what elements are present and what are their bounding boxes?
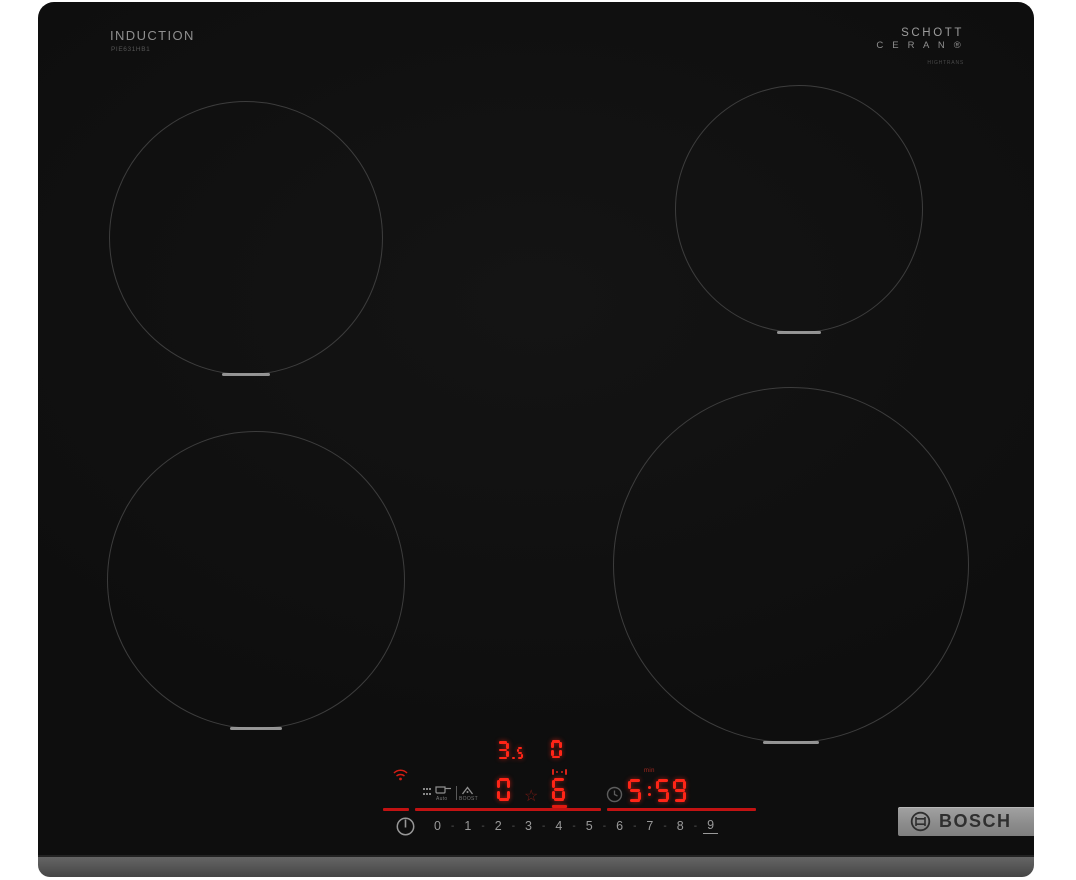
display-back-left[interactable] xyxy=(498,741,527,759)
pan-icon[interactable] xyxy=(435,785,452,794)
bosch-logo-bar: BOSCH xyxy=(898,807,1034,836)
timer-unit-label: min xyxy=(644,768,655,774)
zone-front-marker xyxy=(763,741,819,745)
indicator-line-center xyxy=(415,808,601,811)
power-slider-levels[interactable]: 0-1-2-3-4-5-6-7-8-9 xyxy=(424,818,724,834)
glass-type-code: HIGHTRANS xyxy=(876,60,964,66)
indicator-line-left xyxy=(383,808,409,811)
slider-separator: - xyxy=(603,821,606,832)
power-level-6[interactable]: 6 xyxy=(612,819,627,833)
cooking-zone-front-left xyxy=(107,431,405,729)
display-timer[interactable] xyxy=(628,779,690,802)
clock-icon[interactable] xyxy=(606,786,623,803)
front-trim-strip xyxy=(38,855,1034,877)
slider-separator: - xyxy=(663,821,666,832)
schott-ceran-logo: SCHOTT C E R A N ® HIGHTRANS xyxy=(876,27,964,66)
slider-separator: - xyxy=(694,821,697,832)
slider-separator: - xyxy=(512,821,515,832)
power-button[interactable] xyxy=(394,815,417,838)
hob-glass-surface: INDUCTION PIE631HB1 SCHOTT C E R A N ® H… xyxy=(38,2,1034,856)
slider-separator: - xyxy=(481,821,484,832)
display-front-left[interactable] xyxy=(497,778,514,801)
indicator-line-right xyxy=(607,808,756,811)
display-front-right[interactable] xyxy=(552,778,569,801)
power-level-5[interactable]: 5 xyxy=(582,819,597,833)
star-icon[interactable]: ☆ xyxy=(524,786,538,806)
power-level-7[interactable]: 7 xyxy=(642,819,657,833)
ceran-brand-line: C E R A N ® xyxy=(876,40,964,51)
power-level-1[interactable]: 1 xyxy=(460,819,475,833)
schott-brand-line: SCHOTT xyxy=(876,27,964,39)
panel-divider xyxy=(456,786,457,800)
power-level-3[interactable]: 3 xyxy=(521,819,536,833)
slider-separator: - xyxy=(451,821,454,832)
power-level-2[interactable]: 2 xyxy=(491,819,506,833)
wifi-icon[interactable] xyxy=(392,767,409,782)
zone-front-marker xyxy=(777,331,821,335)
model-number: PIE631HB1 xyxy=(111,46,150,53)
bosch-logo-text: BOSCH xyxy=(939,811,1012,832)
bosch-symbol-icon xyxy=(910,811,931,832)
power-level-9[interactable]: 9 xyxy=(703,818,718,834)
cooking-zone-back-left xyxy=(109,101,383,375)
slider-separator: - xyxy=(633,821,636,832)
power-level-8[interactable]: 8 xyxy=(673,819,688,833)
boost-function-label[interactable]: BOOST xyxy=(459,796,478,802)
auto-function-label[interactable]: Auto xyxy=(436,796,448,802)
power-level-0[interactable]: 0 xyxy=(430,819,445,833)
grid-icon[interactable] xyxy=(423,788,431,797)
boost-icon[interactable] xyxy=(461,786,474,795)
zone-front-marker xyxy=(222,373,270,377)
cooking-zone-back-right xyxy=(675,85,923,333)
zone-marker-icon xyxy=(552,769,567,775)
zone-front-marker xyxy=(230,727,282,731)
power-level-4[interactable]: 4 xyxy=(551,819,566,833)
display-back-right[interactable] xyxy=(551,740,565,758)
slider-separator: - xyxy=(572,821,575,832)
slider-separator: - xyxy=(542,821,545,832)
cooking-zone-front-right xyxy=(613,387,969,743)
induction-label: INDUCTION xyxy=(110,28,195,43)
